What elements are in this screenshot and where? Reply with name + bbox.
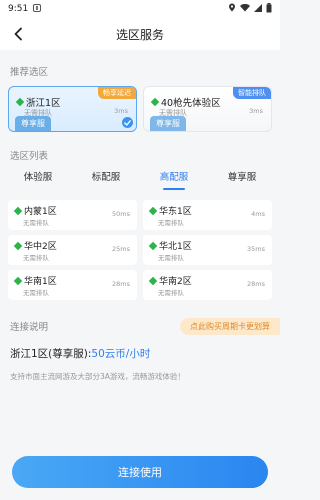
server-card[interactable]: 华南1区 无需排队 28ms xyxy=(8,270,137,300)
latency: 28ms xyxy=(112,280,130,288)
server-card[interactable]: 华中2区 无需排队 25ms xyxy=(8,235,137,265)
queue-badge: 智能排队 xyxy=(233,87,271,99)
status-time: 9:51 xyxy=(8,4,29,14)
latency: 35ms xyxy=(247,245,265,253)
queue-status: 无需排队 xyxy=(23,254,49,262)
price-line: 浙江1区(尊享服):50云币/小时 xyxy=(0,346,280,361)
tier-tabs: 体验服 标配服 高配服 尊享服 xyxy=(0,168,280,190)
status-bar: 9:51 xyxy=(0,0,280,18)
connection-header: 连接说明 点此购买周期卡更划算 xyxy=(0,316,280,336)
selected-zone: 浙江1区(尊享服): xyxy=(10,348,92,360)
region-dot-icon xyxy=(13,241,23,250)
region-name-text: 浙江1区 xyxy=(26,98,61,109)
location-icon xyxy=(228,3,236,15)
region-name: 浙江1区 xyxy=(15,95,61,109)
tab-trial[interactable]: 体验服 xyxy=(4,168,72,190)
queue-status: 无需排队 xyxy=(158,254,184,262)
server-card[interactable]: 内蒙1区 无需排队 50ms xyxy=(8,200,137,230)
region-name: 内蒙1区 xyxy=(13,204,57,217)
tab-standard[interactable]: 标配服 xyxy=(72,168,140,190)
latency: 4ms xyxy=(251,210,265,218)
queue-status: 无需排队 xyxy=(23,219,49,227)
notification-icon xyxy=(33,3,42,15)
queue-status: 无需排队 xyxy=(23,289,49,297)
region-list-label: 选区列表 xyxy=(10,151,49,162)
queue-status: 无需排队 xyxy=(158,289,184,297)
region-dot-icon xyxy=(15,97,25,107)
region-name-text: 40枪先体验区 xyxy=(161,98,221,109)
queue-status: 无需排队 xyxy=(158,219,184,227)
chevron-left-icon xyxy=(14,27,22,41)
region-name-text: 华南1区 xyxy=(24,277,57,287)
region-dot-icon xyxy=(148,276,158,285)
latency: 3ms xyxy=(249,107,263,115)
price: 50云币/小时 xyxy=(91,348,151,360)
region-name: 华南1区 xyxy=(13,274,57,287)
tier-tag: 尊享服 xyxy=(15,116,51,131)
region-name-text: 华北1区 xyxy=(159,242,192,252)
server-grid: 内蒙1区 无需排队 50ms 华东1区 无需排队 4ms 华中2区 无需排队 2… xyxy=(0,200,280,300)
check-icon xyxy=(122,117,133,128)
region-name: 华北1区 xyxy=(148,239,192,252)
recommended-card-zhejiang[interactable]: 畅享延迟 浙江1区 无需排队 3ms 尊享服 xyxy=(8,86,137,132)
latency: 3ms xyxy=(114,107,128,115)
connect-button[interactable]: 连接使用 xyxy=(12,456,268,488)
region-dot-icon xyxy=(13,206,23,215)
region-name-text: 华南2区 xyxy=(159,277,192,287)
connection-description: 支持市面主流网游及大部分3A游戏，流畅游戏体验！ xyxy=(10,372,185,381)
tab-high[interactable]: 高配服 xyxy=(140,168,208,190)
server-card[interactable]: 华南2区 无需排队 28ms xyxy=(143,270,272,300)
region-dot-icon xyxy=(150,97,160,107)
region-dot-icon xyxy=(148,241,158,250)
signal-icon xyxy=(254,3,262,15)
latency: 50ms xyxy=(112,210,130,218)
recommended-list: 畅享延迟 浙江1区 无需排队 3ms 尊享服 智能排队 40枪先体验区 无需排队… xyxy=(0,86,280,132)
title-bar: 选区服务 xyxy=(0,18,280,50)
tab-premium[interactable]: 尊享服 xyxy=(208,168,276,190)
server-card[interactable]: 华北1区 无需排队 35ms xyxy=(143,235,272,265)
page-title: 选区服务 xyxy=(115,27,164,42)
region-name: 华中2区 xyxy=(13,239,57,252)
recommended-card-40gun[interactable]: 智能排队 40枪先体验区 无需排队 3ms 尊享服 xyxy=(143,86,272,132)
back-button[interactable] xyxy=(8,24,28,44)
promo-link[interactable]: 点此购买周期卡更划算 xyxy=(180,317,280,335)
wifi-icon xyxy=(240,3,250,15)
region-name-text: 华中2区 xyxy=(24,242,57,252)
latency: 28ms xyxy=(247,280,265,288)
latency: 25ms xyxy=(112,245,130,253)
tier-tag: 尊享服 xyxy=(150,116,186,131)
region-name-text: 内蒙1区 xyxy=(24,207,57,217)
region-name: 40枪先体验区 xyxy=(150,95,221,109)
recommended-label: 推荐选区 xyxy=(10,67,49,78)
region-dot-icon xyxy=(148,206,158,215)
region-name: 华东1区 xyxy=(148,204,192,217)
region-name: 华南2区 xyxy=(148,274,192,287)
server-card[interactable]: 华东1区 无需排队 4ms xyxy=(143,200,272,230)
region-dot-icon xyxy=(13,276,23,285)
delay-badge: 畅享延迟 xyxy=(98,87,136,99)
battery-icon xyxy=(266,2,272,16)
region-name-text: 华东1区 xyxy=(159,207,192,217)
connection-label: 连接说明 xyxy=(10,322,49,333)
